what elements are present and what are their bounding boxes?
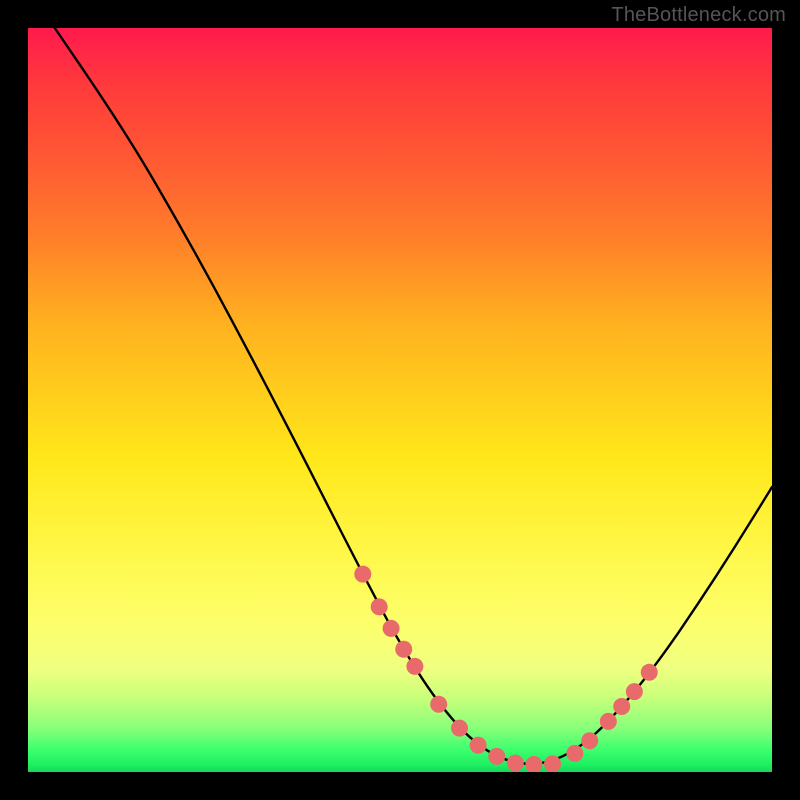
highlight-marker-dot bbox=[470, 737, 487, 754]
highlight-marker-dot bbox=[395, 641, 412, 658]
highlight-markers-group bbox=[354, 566, 657, 772]
highlight-marker-dot bbox=[406, 658, 423, 675]
attribution-text: TheBottleneck.com bbox=[611, 4, 786, 27]
highlight-marker-dot bbox=[451, 720, 468, 737]
highlight-marker-dot bbox=[581, 732, 598, 749]
highlight-marker-dot bbox=[354, 566, 371, 583]
highlight-marker-dot bbox=[430, 696, 447, 713]
chart-plot-area bbox=[28, 28, 772, 772]
highlight-marker-dot bbox=[371, 598, 388, 615]
highlight-marker-dot bbox=[613, 698, 630, 715]
highlight-marker-dot bbox=[383, 620, 400, 637]
highlight-marker-dot bbox=[525, 756, 542, 772]
highlight-marker-dot bbox=[600, 713, 617, 730]
highlight-marker-dot bbox=[488, 748, 505, 765]
highlight-marker-dot bbox=[566, 745, 583, 762]
bottleneck-chart-svg bbox=[28, 28, 772, 772]
bottleneck-curve-line bbox=[55, 28, 772, 764]
highlight-marker-dot bbox=[544, 755, 561, 772]
highlight-marker-dot bbox=[626, 683, 643, 700]
highlight-marker-dot bbox=[641, 664, 658, 681]
highlight-marker-dot bbox=[507, 755, 524, 772]
